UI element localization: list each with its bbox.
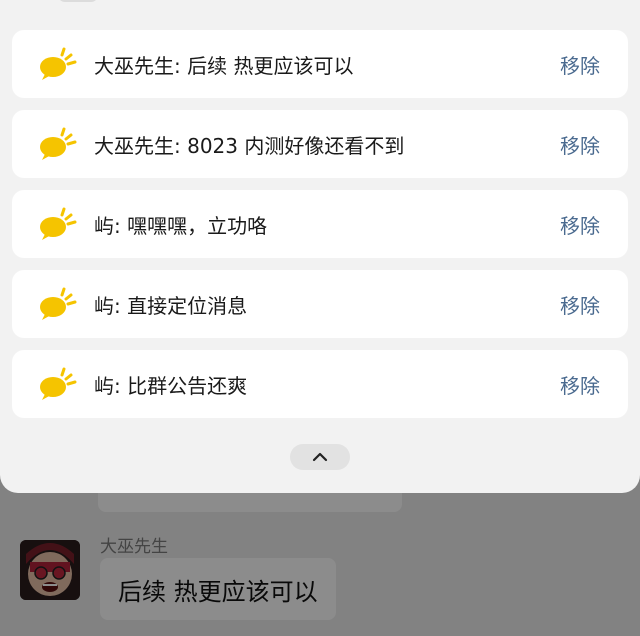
remove-button[interactable]: 移除 [560,370,600,399]
notification-card[interactable]: 大巫先生: 8023 内测好像还看不到 移除 [12,110,628,178]
remove-button[interactable]: 移除 [560,210,600,239]
message-bubble-icon [40,207,77,240]
remove-button[interactable]: 移除 [560,290,600,319]
separator: : [114,293,128,318]
notification-text: 屿: 直接定位消息 [94,290,247,319]
collapse-button[interactable] [290,444,350,470]
message-bubble-icon [40,287,77,320]
notification-card[interactable]: 屿: 比群公告还爽 移除 [12,350,628,418]
notification-panel: 大巫先生: 后续 热更应该可以 移除 大巫先生: 8023 内测好像还看不到 移… [0,0,640,493]
notification-message: 后续 热更应该可以 [187,53,354,78]
notification-text: 大巫先生: 后续 热更应该可以 [94,50,353,79]
notification-sender: 屿 [94,373,114,398]
notification-sender: 屿 [94,293,114,318]
notification-sender: 屿 [94,213,114,238]
notification-message: 直接定位消息 [127,293,248,318]
separator: : [174,53,188,78]
notification-sender: 大巫先生 [94,133,174,158]
remove-button[interactable]: 移除 [560,130,600,159]
notification-text: 屿: 嘿嘿嘿，立功咯 [94,210,267,239]
panel-top-handle [58,0,98,2]
message-bubble-icon [40,47,77,80]
notification-sender: 大巫先生 [94,53,174,78]
notification-text: 屿: 比群公告还爽 [94,370,247,399]
notification-message: 嘿嘿嘿，立功咯 [127,213,268,238]
separator: : [114,373,128,398]
notification-text: 大巫先生: 8023 内测好像还看不到 [94,130,404,159]
separator: : [114,213,128,238]
notification-message: 8023 内测好像还看不到 [187,133,405,158]
chevron-up-icon [312,452,328,462]
notification-card[interactable]: 屿: 直接定位消息 移除 [12,270,628,338]
remove-button[interactable]: 移除 [560,50,600,79]
message-bubble-icon [40,367,77,400]
notification-card[interactable]: 大巫先生: 后续 热更应该可以 移除 [12,30,628,98]
notification-card[interactable]: 屿: 嘿嘿嘿，立功咯 移除 [12,190,628,258]
notification-message: 比群公告还爽 [127,373,248,398]
separator: : [174,133,188,158]
message-bubble-icon [40,127,77,160]
